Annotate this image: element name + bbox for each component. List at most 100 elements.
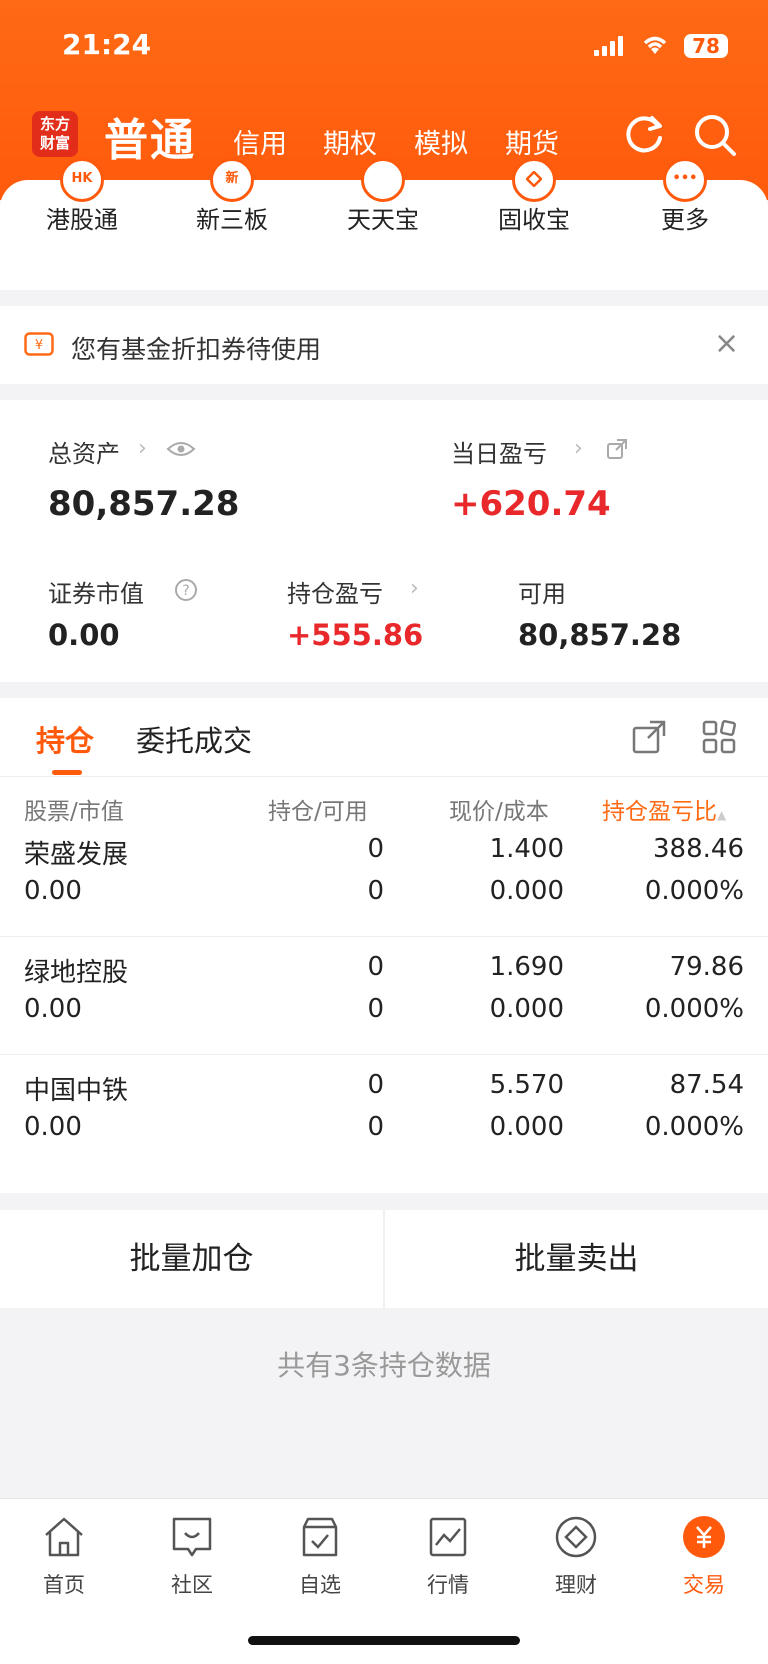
market-value-label: 证券市值 (48, 580, 144, 608)
chart-icon (429, 1517, 467, 1557)
battery-indicator: 78 (684, 34, 728, 58)
available-value: 80,857.28 (518, 618, 682, 652)
tab-futures[interactable]: 期货 (505, 122, 559, 161)
batch-sell-button[interactable]: 批量卖出 (385, 1210, 768, 1308)
current-price: 5.570 (489, 1070, 564, 1100)
holding-qty: 0 (367, 834, 384, 864)
nav-label: 自选 (299, 1573, 341, 1597)
quick-item-label: 港股通 (46, 206, 118, 234)
account-mode-title[interactable]: 普通 (104, 104, 196, 168)
tab-simulation[interactable]: 模拟 (414, 122, 468, 161)
export-icon[interactable] (632, 720, 666, 754)
batch-actions: 批量加仓 批量卖出 (0, 1210, 768, 1308)
daily-pl-label[interactable]: 当日盈亏 (451, 434, 547, 469)
quick-item-label: 新三板 (196, 206, 268, 234)
nav-market[interactable]: 行情 (384, 1515, 512, 1599)
market-value: 0.00 (24, 1112, 82, 1142)
total-assets-value: 80,857.28 (48, 484, 240, 524)
new-board-icon: 新 (210, 158, 254, 202)
stock-name: 荣盛发展 (24, 840, 129, 870)
holding-qty: 0 (367, 952, 384, 982)
tab-orders[interactable]: 委托成交 (136, 718, 252, 760)
wifi-icon (643, 36, 667, 54)
svg-text:?: ? (182, 583, 189, 599)
tab-indicator (52, 770, 82, 775)
holding-pl-ratio: 0.000% (644, 876, 744, 906)
quick-item-fixed-income[interactable]: 固收宝 (474, 158, 594, 259)
divider (0, 776, 768, 777)
hk-icon: HK (60, 158, 104, 202)
signal-icon (594, 36, 623, 56)
assets-summary: 总资产 › 80,857.28 当日盈亏 › +620.74 证券市值 ? 0.… (0, 400, 768, 682)
coupon-text: 您有基金折扣券待使用 (71, 335, 322, 364)
current-price: 1.690 (489, 952, 564, 982)
nav-label: 交易 (683, 1573, 725, 1597)
home-icon (45, 1517, 83, 1557)
holding-pl-value: +555.86 (287, 618, 424, 652)
logo-text-top: 东方 (39, 115, 70, 133)
cost-price: 0.000 (489, 876, 564, 906)
watchlist-icon (302, 1517, 338, 1557)
share-icon[interactable] (606, 438, 628, 460)
quick-item-hk-connect[interactable]: HK 港股通 (22, 158, 142, 259)
batch-add-button[interactable]: 批量加仓 (0, 1210, 383, 1308)
holding-pl: 87.54 (669, 1070, 744, 1100)
positions-count-text: 共有3条持仓数据 (277, 1349, 491, 1382)
holding-pl: 79.86 (669, 952, 744, 982)
quick-item-label: 天天宝 (347, 206, 419, 234)
table-row[interactable]: 中国中铁 0.00 0 0 5.570 0.000 87.54 0.000% (0, 1054, 768, 1172)
nav-community[interactable]: 社区 (128, 1515, 256, 1599)
current-price: 1.400 (489, 834, 564, 864)
nav-watchlist[interactable]: 自选 (256, 1515, 384, 1599)
nav-trade[interactable]: 交易 (640, 1515, 768, 1599)
total-assets-label[interactable]: 总资产 (48, 434, 120, 469)
available-qty: 0 (367, 994, 384, 1024)
svg-text:¥: ¥ (35, 338, 43, 353)
diamond-icon (555, 1516, 597, 1558)
stock-name: 中国中铁 (24, 1076, 129, 1106)
tab-options[interactable]: 期权 (323, 122, 377, 161)
refresh-icon[interactable] (622, 112, 666, 156)
nav-label: 理财 (555, 1573, 597, 1597)
market-value: 0.00 (24, 994, 82, 1024)
available-label: 可用 (518, 580, 566, 608)
nav-home[interactable]: 首页 (0, 1515, 128, 1599)
help-icon[interactable]: ? (174, 578, 198, 602)
tab-credit[interactable]: 信用 (233, 122, 287, 161)
search-icon[interactable] (692, 112, 738, 158)
chevron-right-icon: › (410, 576, 419, 601)
coupon-icon: ¥ (24, 332, 54, 356)
quick-item-tiantianbao[interactable]: 天天宝 (323, 158, 443, 259)
quick-item-neeq[interactable]: 新 新三板 (172, 158, 292, 259)
table-row[interactable]: 荣盛发展 0.00 0 0 1.400 0.000 388.46 0.000% (0, 818, 768, 936)
nav-label: 社区 (171, 1573, 213, 1597)
holding-pl-ratio: 0.000% (644, 1112, 744, 1142)
available-qty: 0 (367, 876, 384, 906)
quick-item-label: 固收宝 (498, 206, 570, 234)
nav-wealth[interactable]: 理财 (512, 1515, 640, 1599)
piggy-bank-icon (361, 158, 405, 202)
holding-qty: 0 (367, 1070, 384, 1100)
cost-price: 0.000 (489, 1112, 564, 1142)
daily-pl-value: +620.74 (451, 484, 611, 524)
market-value: 0.00 (24, 876, 82, 906)
quick-nav-card: HK 港股通 新 新三板 天天宝 固收宝 ••• 更多 (0, 158, 768, 290)
table-row[interactable]: 绿地控股 0.00 0 0 1.690 0.000 79.86 0.000% (0, 936, 768, 1054)
tab-holdings[interactable]: 持仓 (36, 718, 94, 760)
chat-icon (172, 1517, 212, 1557)
holding-pl-label[interactable]: 持仓盈亏 (287, 574, 383, 609)
positions-panel: 持仓 委托成交 股票/市值 持仓/可用 现价/成本 持仓盈亏比▲ 荣盛发展 0.… (0, 698, 768, 1193)
holding-pl: 388.46 (653, 834, 744, 864)
grid-icon[interactable] (702, 720, 736, 754)
quick-item-more[interactable]: ••• 更多 (625, 158, 745, 259)
close-icon[interactable]: × (714, 326, 739, 361)
chevron-right-icon: › (574, 436, 583, 461)
logo-text-bottom: 财富 (39, 134, 70, 152)
more-icon: ••• (663, 158, 707, 202)
coupon-banner[interactable]: ¥ 您有基金折扣券待使用 × (0, 306, 768, 384)
chevron-right-icon: › (138, 436, 147, 461)
app-logo: 东方 财富 (32, 111, 78, 157)
eye-icon[interactable] (166, 440, 196, 458)
stock-name: 绿地控股 (24, 958, 129, 988)
nav-label: 行情 (427, 1573, 469, 1597)
